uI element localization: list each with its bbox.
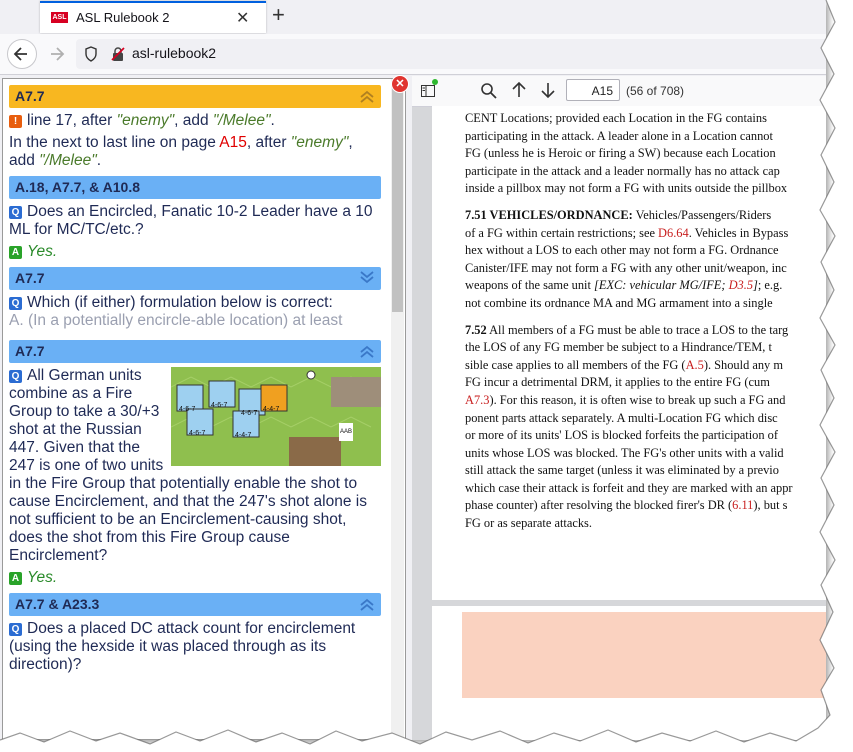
torn-edge-decoration — [0, 0, 853, 752]
